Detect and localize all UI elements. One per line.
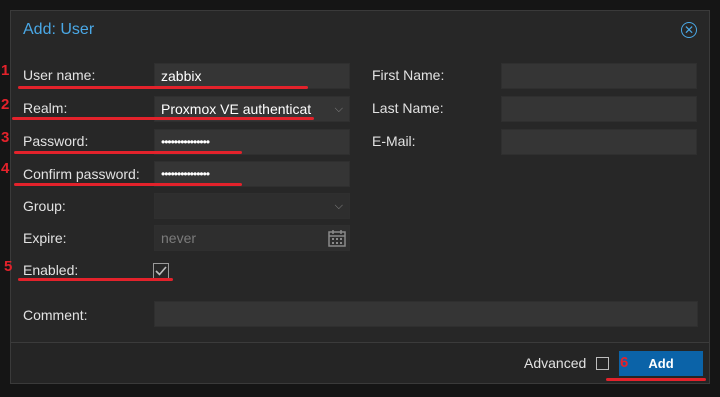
group-label: Group: xyxy=(23,198,66,214)
annotation-underline xyxy=(14,151,242,154)
comment-input[interactable] xyxy=(154,301,698,327)
realm-value: Proxmox VE authenticat xyxy=(161,101,312,117)
advanced-label: Advanced xyxy=(524,355,587,371)
chevron-down-icon[interactable]: ⌵ xyxy=(335,97,343,121)
annotation-number: 4 xyxy=(1,160,10,177)
annotation-underline xyxy=(14,183,242,186)
add-button[interactable]: Add xyxy=(619,351,703,376)
first-name-label: First Name: xyxy=(372,67,445,83)
enabled-checkbox[interactable] xyxy=(153,263,169,279)
chevron-down-icon[interactable]: ⌵ xyxy=(335,194,343,218)
annotation-number: 5 xyxy=(4,258,13,275)
group-select[interactable]: ⌵ xyxy=(154,193,350,219)
comment-label: Comment: xyxy=(23,307,88,323)
realm-label: Realm: xyxy=(23,100,68,116)
expire-input[interactable]: never xyxy=(154,225,350,251)
confirm-password-label: Confirm password: xyxy=(23,166,140,182)
calendar-icon[interactable] xyxy=(327,228,347,248)
annotation-underline xyxy=(12,117,314,120)
user-name-label: User name: xyxy=(23,67,96,83)
annotation-number: 3 xyxy=(1,129,10,146)
close-icon[interactable]: ✕ xyxy=(681,22,697,38)
email-input[interactable] xyxy=(501,129,697,155)
annotation-number: 2 xyxy=(1,96,10,113)
last-name-input[interactable] xyxy=(501,96,697,122)
annotation-number: 6 xyxy=(620,354,629,371)
email-label: E-Mail: xyxy=(372,133,416,149)
dialog-title: Add: User xyxy=(23,21,95,38)
last-name-label: Last Name: xyxy=(372,100,444,116)
annotation-number: 1 xyxy=(1,62,10,79)
annotation-underline xyxy=(18,86,308,89)
expire-placeholder: never xyxy=(161,230,197,246)
password-label: Password: xyxy=(23,133,89,149)
add-user-dialog: Add: User ✕ User name: zabbix Realm: Pro… xyxy=(10,10,710,384)
enabled-label: Enabled: xyxy=(23,262,79,278)
annotation-underline xyxy=(606,378,706,381)
annotation-underline xyxy=(18,278,173,281)
expire-label: Expire: xyxy=(23,230,67,246)
advanced-checkbox[interactable] xyxy=(596,357,609,370)
first-name-input[interactable] xyxy=(501,63,697,89)
